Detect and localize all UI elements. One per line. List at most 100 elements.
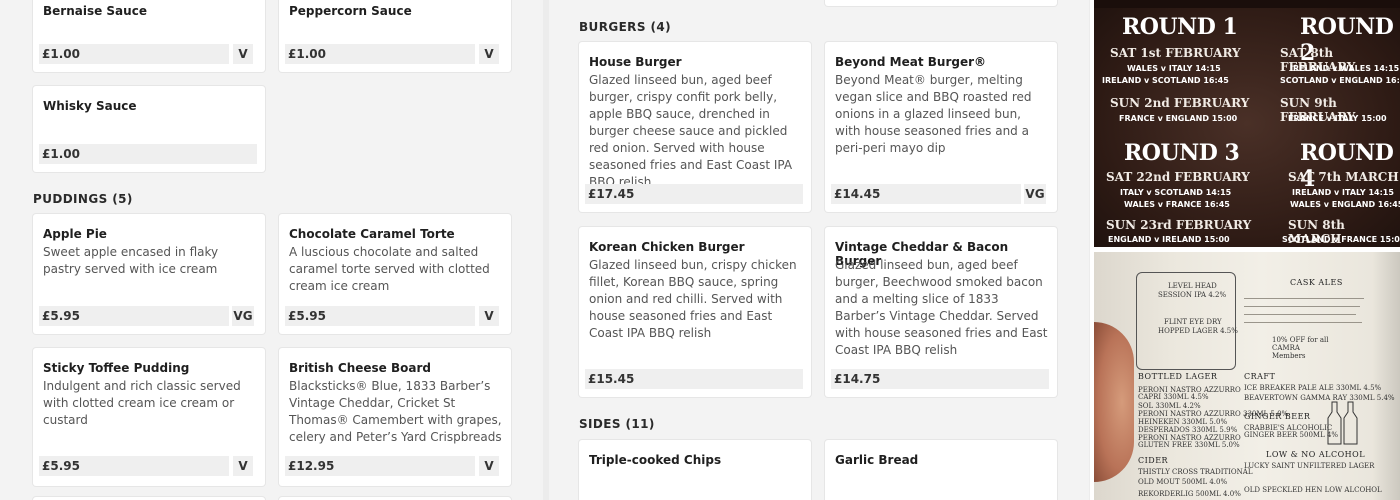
item-price: £1.00 [285, 44, 475, 64]
menu-item-card[interactable]: Peppercorn Sauce £1.00 V [279, 0, 511, 72]
cask-ales-heading: CASK ALES [1290, 278, 1343, 287]
item-name: Triple-cooked Chips [589, 453, 722, 467]
item-name: Chocolate Caramel Torte [289, 227, 455, 241]
menu-text: GLUTEN FREE 330ML 5.0% [1138, 441, 1240, 449]
cider-heading: CIDER [1138, 456, 1169, 465]
round-title: ROUND 4 [1300, 140, 1394, 192]
menu-item-card[interactable]: Sticky Toffee Pudding Indulgent and rich… [33, 348, 265, 486]
menu-text: ICE BREAKER PALE ALE 330ML 4.5% [1244, 384, 1382, 392]
item-description: Glazed linseed bun, aged beef burger, cr… [589, 73, 793, 189]
menu-item-card[interactable]: House Burger Glazed linseed bun, aged be… [579, 42, 811, 212]
hand-thumb [1094, 322, 1134, 482]
fixture: ENGLAND v IRELAND 15:00 [1108, 235, 1230, 244]
item-name: Whisky Sauce [43, 99, 137, 113]
poster-top-edge [1094, 0, 1400, 8]
item-description: Beyond Meat® burger, melting vegan slice… [835, 73, 1032, 155]
item-description: Indulgent and rich classic served with c… [43, 379, 241, 427]
item-price: £17.45 [585, 184, 803, 204]
menu-item-card[interactable] [825, 0, 1057, 6]
fixture: IRELAND v SCOTLAND 16:45 [1102, 76, 1229, 85]
menu-column-left[interactable]: Bernaise Sauce £1.00 V Peppercorn Sauce … [0, 0, 543, 500]
fixture: WALES v ENGLAND 16:45 [1290, 200, 1400, 209]
fixture: IRELAND v ITALY 14:15 [1292, 188, 1394, 197]
menu-item-card[interactable]: Triple-cooked Chips [579, 440, 811, 500]
page: Bernaise Sauce £1.00 V Peppercorn Sauce … [0, 0, 1400, 500]
item-name: British Cheese Board [289, 361, 431, 375]
item-price: £5.95 [285, 306, 475, 326]
menu-text: HOPPED LAGER 4.5% [1158, 327, 1238, 335]
vegetarian-badge: V [233, 456, 253, 476]
menu-column-middle[interactable]: BURGERS (4) House Burger Glazed linseed … [549, 0, 1089, 500]
item-name: House Burger [589, 55, 682, 69]
text-rule [1244, 314, 1356, 315]
round-date: SUN 23rd FEBRUARY [1106, 218, 1252, 232]
fixture: SCOTLAND v ENGLAND 16:45 [1280, 76, 1400, 85]
item-description: A luscious chocolate and salted caramel … [289, 245, 490, 293]
item-price: £5.95 [39, 456, 229, 476]
item-name: Apple Pie [43, 227, 107, 241]
six-nations-fixture-poster-photo[interactable]: ROUND 1 SAT 1st FEBRUARY WALES v ITALY 1… [1094, 0, 1400, 247]
vegan-badge: VG [1024, 184, 1046, 204]
item-description: Glazed linseed bun, crispy chicken fille… [589, 258, 797, 340]
item-name: Peppercorn Sauce [289, 4, 412, 18]
menu-item-card[interactable]: Vintage Cheddar & Bacon Burger Glazed li… [825, 227, 1057, 397]
menu-text: CAPRI 330ML 4.5% [1138, 393, 1209, 401]
item-price: £12.95 [285, 456, 475, 476]
menu-item-card[interactable]: British Cheese Board Blacksticks® Blue, … [279, 348, 511, 486]
round-date: SAT 1st FEBRUARY [1110, 46, 1241, 60]
menu-text: LUCKY SAINT UNFILTERED LAGER [1244, 462, 1375, 470]
menu-text: HEINEKEN 330ML 5.0% [1138, 418, 1228, 426]
section-heading-puddings: PUDDINGS (5) [33, 192, 133, 206]
round-title: ROUND 1 [1122, 14, 1238, 40]
item-name: Bernaise Sauce [43, 4, 147, 18]
menu-text: SOL 330ML 4.2% [1138, 402, 1201, 410]
menu-item-card[interactable]: Korean Chicken Burger Glazed linseed bun… [579, 227, 811, 397]
item-description: Sweet apple encased in flaky pastry serv… [43, 245, 219, 276]
item-description: Glazed linseed bun, aged beef burger, Be… [835, 258, 1048, 357]
round-date: SUN 2nd FEBRUARY [1110, 96, 1250, 110]
bottles-illustration-icon [1327, 401, 1358, 445]
round-title: ROUND 3 [1124, 140, 1240, 166]
menu-text: LEVEL HEAD [1168, 282, 1217, 290]
text-rule [1244, 322, 1362, 323]
item-price: £14.45 [831, 184, 1021, 204]
item-price: £1.00 [39, 144, 257, 164]
menu-item-card[interactable]: Bernaise Sauce £1.00 V [33, 0, 265, 72]
menu-text: DESPERADOS 330ML 5.9% [1138, 426, 1238, 434]
item-price: £1.00 [39, 44, 229, 64]
section-heading-sides: SIDES (11) [579, 417, 655, 431]
vegetarian-badge: V [233, 44, 253, 64]
item-price: £5.95 [39, 306, 229, 326]
fixture: SCOTLAND v FRANCE 15:00 [1282, 235, 1400, 244]
ginger-beer-heading: GINGER BEER [1244, 412, 1311, 421]
text-rule [1244, 306, 1360, 307]
craft-heading: CRAFT [1244, 372, 1276, 381]
menu-item-card[interactable]: Chocolate Caramel Torte A luscious choco… [279, 214, 511, 334]
round-date: SAT 22nd FEBRUARY [1106, 170, 1250, 184]
item-description: Blacksticks® Blue, 1833 Barber’s Vintage… [289, 379, 502, 444]
fixture: ITALY v SCOTLAND 14:15 [1120, 188, 1232, 197]
vegetarian-badge: V [479, 44, 499, 64]
item-name: Korean Chicken Burger [589, 240, 745, 254]
fixture: WALES v ITALY 14:15 [1127, 64, 1221, 73]
fixture: FRANCE v ENGLAND 15:00 [1119, 114, 1238, 123]
round-date: SAT 7th MARCH [1288, 170, 1399, 184]
menu-item-card[interactable]: Apple Pie Sweet apple encased in flaky p… [33, 214, 265, 334]
menu-text: FLINT EYE DRY [1164, 318, 1222, 326]
item-name: Beyond Meat Burger® [835, 55, 987, 69]
fixture: FRANCE v ITALY 15:00 [1288, 114, 1387, 123]
section-heading-burgers: BURGERS (4) [579, 20, 671, 34]
menu-text: OLD MOUT 500ML 4.0% [1138, 478, 1228, 486]
menu-item-card[interactable]: Garlic Bread [825, 440, 1057, 500]
text-rule [1244, 298, 1364, 299]
drinks-menu-photo[interactable]: LEVEL HEAD SESSION IPA 4.2% FLINT EYE DR… [1094, 252, 1400, 500]
menu-item-card[interactable]: Beyond Meat Burger® Beyond Meat® burger,… [825, 42, 1057, 212]
menu-text: THISTLY CROSS TRADITIONAL [1138, 468, 1253, 476]
menu-item-card[interactable]: Whisky Sauce £1.00 [33, 86, 265, 172]
vegetarian-badge: V [479, 456, 499, 476]
vegetarian-badge: V [479, 306, 499, 326]
photo-gallery[interactable]: ROUND 1 SAT 1st FEBRUARY WALES v ITALY 1… [1090, 0, 1400, 500]
bottled-lager-heading: BOTTLED LAGER [1138, 372, 1218, 381]
item-name: Garlic Bread [835, 453, 919, 467]
menu-text: OLD SPECKLED HEN LOW ALCOHOL [1244, 486, 1382, 494]
